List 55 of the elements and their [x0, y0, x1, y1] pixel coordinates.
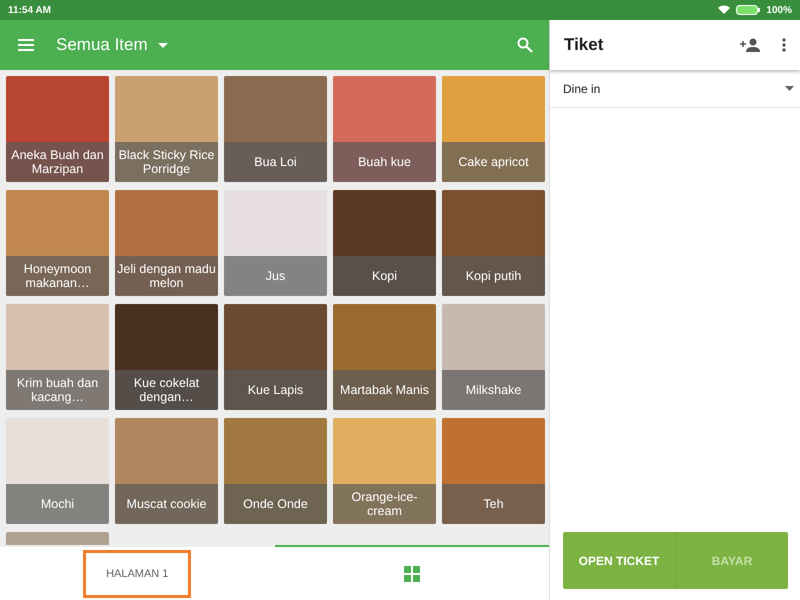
item-name: Martabak Manis	[333, 370, 436, 410]
item-tile[interactable]: Orange-ice-cream	[333, 418, 436, 524]
page-tab[interactable]: HALAMAN 1	[0, 545, 274, 600]
more-icon[interactable]	[782, 38, 786, 52]
item-name: Cake apricot	[442, 142, 545, 182]
item-name: Mochi	[6, 484, 109, 524]
wifi-icon	[718, 5, 730, 15]
item-name: Bua Loi	[224, 142, 327, 182]
dining-option[interactable]: Dine in	[563, 82, 600, 96]
dropdown-caret-icon[interactable]	[785, 86, 794, 91]
status-time: 11:54 AM	[8, 4, 51, 16]
item-tile[interactable]: Martabak Manis	[333, 304, 436, 410]
item-name: Buah kue	[333, 142, 436, 182]
item-name: Black Sticky Rice Porridge	[115, 142, 218, 182]
item-name: Orange-ice-cream	[333, 484, 436, 524]
item-name: Kopi	[333, 256, 436, 296]
item-name: Muscat cookie	[115, 484, 218, 524]
page-tab-label: HALAMAN 1	[83, 550, 192, 598]
item-name: Jus	[224, 256, 327, 296]
item-name: Milkshake	[442, 370, 545, 410]
item-tile[interactable]: Cake apricot	[442, 76, 545, 182]
item-tile[interactable]: Mochi	[6, 418, 109, 524]
battery-icon	[736, 5, 760, 15]
item-tile[interactable]: Honeymoon makanan…	[6, 190, 109, 296]
item-tile[interactable]: Teh	[442, 418, 545, 524]
item-tile[interactable]: Milkshake	[442, 304, 545, 410]
item-name: Aneka Buah dan Marzipan	[6, 142, 109, 182]
item-tile[interactable]: Muscat cookie	[115, 418, 218, 524]
item-tile[interactable]: Kopi	[333, 190, 436, 296]
menu-icon[interactable]	[18, 39, 34, 51]
item-name: Kue cokelat dengan…	[115, 370, 218, 410]
item-name: Kopi putih	[442, 256, 545, 296]
item-name: Kue Lapis	[224, 370, 327, 410]
item-name: Teh	[442, 484, 545, 524]
add-person-icon[interactable]	[740, 38, 760, 52]
dropdown-caret-icon[interactable]	[158, 42, 168, 48]
item-name: Jeli dengan madu melon	[115, 256, 218, 296]
item-name: Onde Onde	[224, 484, 327, 524]
item-tile[interactable]: Jeli dengan madu melon	[115, 190, 218, 296]
item-tile[interactable]: Aneka Buah dan Marzipan	[6, 76, 109, 182]
item-tile[interactable]: Kue Lapis	[224, 304, 327, 410]
item-name: Honeymoon makanan…	[6, 256, 109, 296]
ticket-title: Tiket	[564, 35, 604, 55]
grid-icon	[404, 566, 420, 582]
item-tile[interactable]: Onde Onde	[224, 418, 327, 524]
item-tile[interactable]: Jus	[224, 190, 327, 296]
item-tile[interactable]: Buah kue	[333, 76, 436, 182]
item-name: Krim buah dan kacang…	[6, 370, 109, 410]
battery-percent: 100%	[766, 4, 792, 16]
item-tile[interactable]: Bua Loi	[224, 76, 327, 182]
item-tile[interactable]: Kopi putih	[442, 190, 545, 296]
item-tile[interactable]: Kue cokelat dengan…	[115, 304, 218, 410]
search-icon[interactable]	[517, 37, 533, 53]
item-tile[interactable]: Krim buah dan kacang…	[6, 304, 109, 410]
item-tile[interactable]: Black Sticky Rice Porridge	[115, 76, 218, 182]
